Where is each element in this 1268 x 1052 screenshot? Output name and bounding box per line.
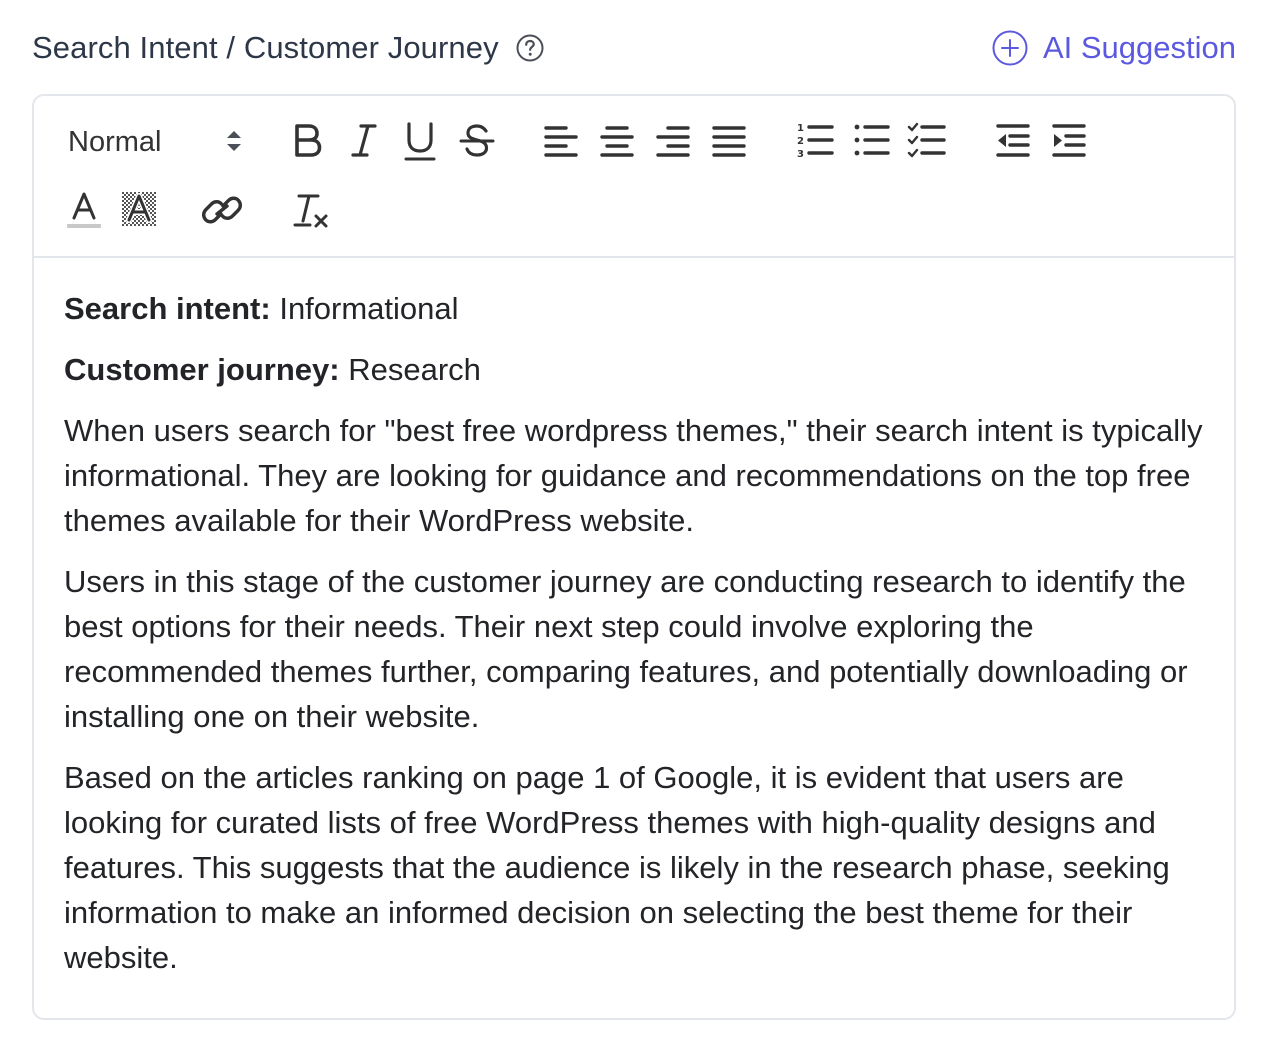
italic-icon xyxy=(351,124,377,157)
journey-label: Customer journey: xyxy=(64,352,340,387)
intent-value: Informational xyxy=(270,291,459,326)
checklist-icon xyxy=(907,122,946,158)
underline-button[interactable] xyxy=(400,118,440,164)
outdent-icon xyxy=(996,124,1030,157)
align-center-icon xyxy=(600,126,634,157)
indent-button[interactable] xyxy=(1048,118,1090,164)
question-circle-icon[interactable] xyxy=(515,33,545,63)
editor-content[interactable]: Search intent: Informational Customer jo… xyxy=(34,258,1234,980)
journey-value: Research xyxy=(339,352,481,387)
align-center-button[interactable] xyxy=(596,118,638,164)
editor-toolbar: Normal 1 2 3 xyxy=(34,96,1234,258)
ai-suggestion-label: AI Suggestion xyxy=(1042,30,1236,65)
outdent-button[interactable] xyxy=(992,118,1034,164)
checklist-button[interactable] xyxy=(906,118,948,164)
clear-format-icon xyxy=(293,194,328,228)
paragraph-journey: Users in this stage of the customer jour… xyxy=(64,564,1188,734)
link-button[interactable] xyxy=(202,188,244,234)
format-select[interactable]: Normal xyxy=(68,118,244,166)
align-right-button[interactable] xyxy=(652,118,694,164)
format-select-value: Normal xyxy=(68,125,162,158)
text-color-button[interactable] xyxy=(64,188,104,234)
svg-text:2: 2 xyxy=(797,136,804,147)
italic-button[interactable] xyxy=(344,118,384,164)
journey-line: Customer journey: Research xyxy=(64,347,1204,392)
paragraph-analysis: Based on the articles ranking on page 1 … xyxy=(64,760,1170,975)
rich-text-editor: Normal 1 2 3 Search intent: Informationa… xyxy=(32,94,1236,1020)
paragraph-intent: When users search for "best free wordpre… xyxy=(64,413,1203,538)
section-title: Search Intent / Customer Journey xyxy=(32,30,499,65)
section-header: Search Intent / Customer Journey AI Sugg… xyxy=(32,26,1236,70)
align-right-icon xyxy=(656,126,690,157)
align-left-button[interactable] xyxy=(540,118,582,164)
bullet-list-button[interactable] xyxy=(850,118,892,164)
align-left-icon xyxy=(544,126,578,157)
strikethrough-icon xyxy=(459,124,495,157)
svg-text:1: 1 xyxy=(797,123,804,134)
align-justify-icon xyxy=(712,126,746,157)
svg-text:3: 3 xyxy=(797,149,804,160)
align-justify-button[interactable] xyxy=(708,118,750,164)
ai-suggestion-button[interactable]: AI Suggestion xyxy=(991,29,1236,67)
bold-icon xyxy=(295,124,322,157)
highlight-color-icon xyxy=(122,192,156,226)
plus-circle-icon xyxy=(991,29,1029,67)
select-arrows-icon xyxy=(224,128,244,159)
underline-icon xyxy=(404,122,436,161)
title-group: Search Intent / Customer Journey xyxy=(32,30,545,66)
ordered-list-icon: 1 2 3 xyxy=(797,123,834,160)
bullet-list-icon xyxy=(854,124,890,156)
indent-icon xyxy=(1052,124,1086,157)
intent-line: Search intent: Informational xyxy=(64,286,1204,331)
strikethrough-button[interactable] xyxy=(456,118,498,164)
intent-label: Search intent: xyxy=(64,291,271,326)
bold-button[interactable] xyxy=(288,118,328,164)
highlight-color-button[interactable] xyxy=(118,188,160,234)
clear-format-button[interactable] xyxy=(290,188,332,234)
ordered-list-button[interactable]: 1 2 3 xyxy=(794,118,836,164)
text-color-icon xyxy=(67,192,101,228)
link-icon xyxy=(202,196,243,224)
